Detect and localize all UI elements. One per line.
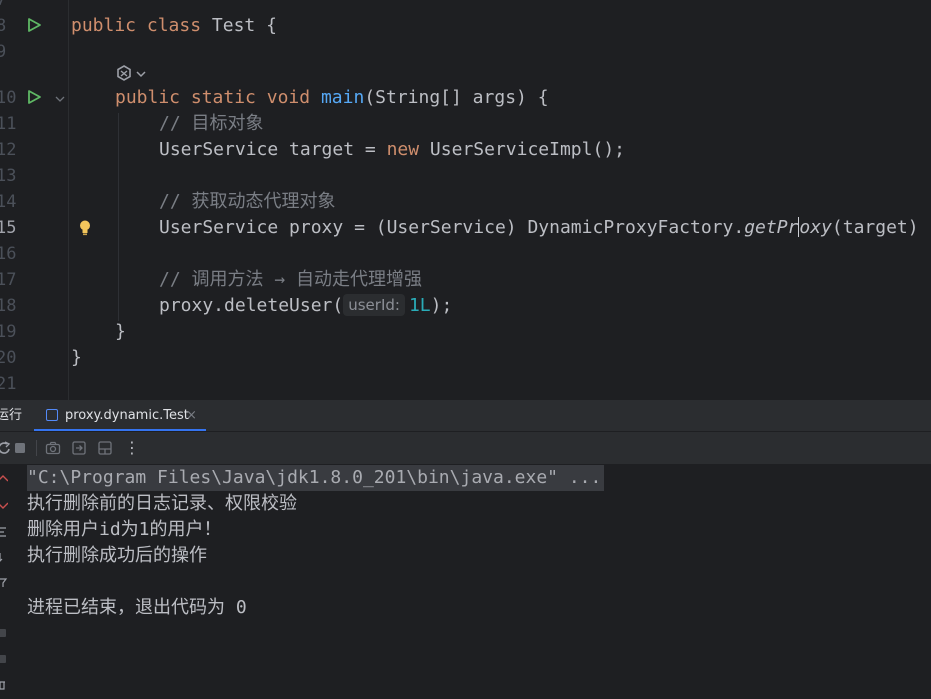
code-comment: // 目标对象 <box>159 113 264 134</box>
code-text: } <box>115 321 126 342</box>
code-method-static: oxy <box>799 217 832 238</box>
code-method-static: getPr <box>744 217 799 238</box>
code-line: UserService proxy = (UserService) Dynami… <box>159 215 919 241</box>
more-icon[interactable]: ⋮ <box>124 438 140 457</box>
line-number: 20 <box>0 348 17 368</box>
run-tab[interactable]: proxy.dynamic.Test × <box>34 400 206 431</box>
ai-assistant-icon[interactable] <box>115 64 151 84</box>
ide-window: 7 8 public class Test { 9 10 public stat… <box>0 0 931 699</box>
code-line: proxy.deleteUser(userId: 1L); <box>159 293 452 319</box>
line-number: 14 <box>0 192 17 212</box>
code-editor[interactable]: 7 8 public class Test { 9 10 public stat… <box>0 0 931 400</box>
line-number: 21 <box>0 374 17 394</box>
code-text: UserServiceImpl(); <box>419 139 625 160</box>
run-tool-window-header: 运行 proxy.dynamic.Test × <box>0 400 931 432</box>
console-side-toolbar <box>0 464 12 699</box>
wrap-icon[interactable] <box>0 525 8 537</box>
code-keyword: void <box>266 87 311 108</box>
scroll-end-icon[interactable] <box>0 551 8 563</box>
line-number: 12 <box>0 140 17 160</box>
code-text: ); <box>430 295 453 316</box>
line-number: 18 <box>0 296 17 316</box>
code-keyword: static <box>190 87 256 108</box>
pin-icon[interactable] <box>0 653 8 665</box>
code-text: Test { <box>201 15 277 36</box>
code-line: public class Test { <box>71 13 277 39</box>
export-icon[interactable] <box>71 440 87 456</box>
run-config-icon <box>46 409 58 421</box>
code-comment: // 调用方法 → 自动走代理增强 <box>159 269 423 290</box>
code-function: main <box>320 87 365 108</box>
line-number: 7 <box>0 0 7 10</box>
code-text: } <box>71 347 82 368</box>
line-number: 11 <box>0 114 17 134</box>
console-command-line: "C:\Program Files\Java\jdk1.8.0_201\bin\… <box>27 465 605 491</box>
code-text: (String[] args) { <box>364 87 549 108</box>
line-number: 10 <box>0 88 17 108</box>
camera-icon[interactable] <box>45 440 61 456</box>
code-line: public static void main(String[] args) { <box>115 85 549 111</box>
code-text: (target) <box>831 217 919 238</box>
console-line: 执行删除成功后的操作 <box>27 545 207 566</box>
filter-icon[interactable] <box>0 577 8 589</box>
down-arrow-icon[interactable] <box>0 499 8 511</box>
console-output[interactable]: "C:\Program Files\Java\jdk1.8.0_201\bin\… <box>0 464 931 699</box>
line-number: 19 <box>0 322 17 342</box>
line-number-active: 15 <box>0 218 17 238</box>
code-keyword: new <box>386 139 420 160</box>
line-number: 16 <box>0 244 17 264</box>
line-number: 9 <box>0 42 7 62</box>
code-comment: // 获取动态代理对象 <box>159 191 336 212</box>
code-text: proxy.deleteUser( <box>159 295 344 316</box>
stop-icon[interactable] <box>12 440 28 456</box>
line-number: 13 <box>0 166 17 186</box>
console-exit-line: 进程已结束，退出代码为 0 <box>27 597 247 618</box>
code-line: UserService target = new UserServiceImpl… <box>159 137 625 163</box>
up-arrow-icon[interactable] <box>0 473 8 485</box>
parameter-hint: userId: <box>343 294 405 316</box>
code-keyword: class <box>146 15 202 36</box>
layout-icon[interactable] <box>97 440 113 456</box>
line-number: 8 <box>0 16 7 36</box>
code-text: UserService target = <box>159 139 387 160</box>
run-actions-toolbar: ⋮ <box>0 432 931 464</box>
toolbar-divider <box>36 440 37 456</box>
code-keyword: public <box>71 15 137 36</box>
print-icon[interactable] <box>0 627 8 639</box>
run-tab-label: proxy.dynamic.Test <box>65 408 189 423</box>
delete-icon[interactable] <box>0 679 8 691</box>
console-line: 执行删除前的日志记录、权限校验 <box>27 493 297 514</box>
line-number: 17 <box>0 270 17 290</box>
console-line: 删除用户id为1的用户！ <box>27 519 222 540</box>
code-text: UserService proxy = (UserService) Dynami… <box>159 217 745 238</box>
run-window-title: 运行 <box>0 408 23 423</box>
code-keyword: public <box>115 87 181 108</box>
code-number: 1L <box>408 295 431 316</box>
rerun-icon[interactable] <box>0 440 12 456</box>
close-icon[interactable]: × <box>186 400 197 431</box>
